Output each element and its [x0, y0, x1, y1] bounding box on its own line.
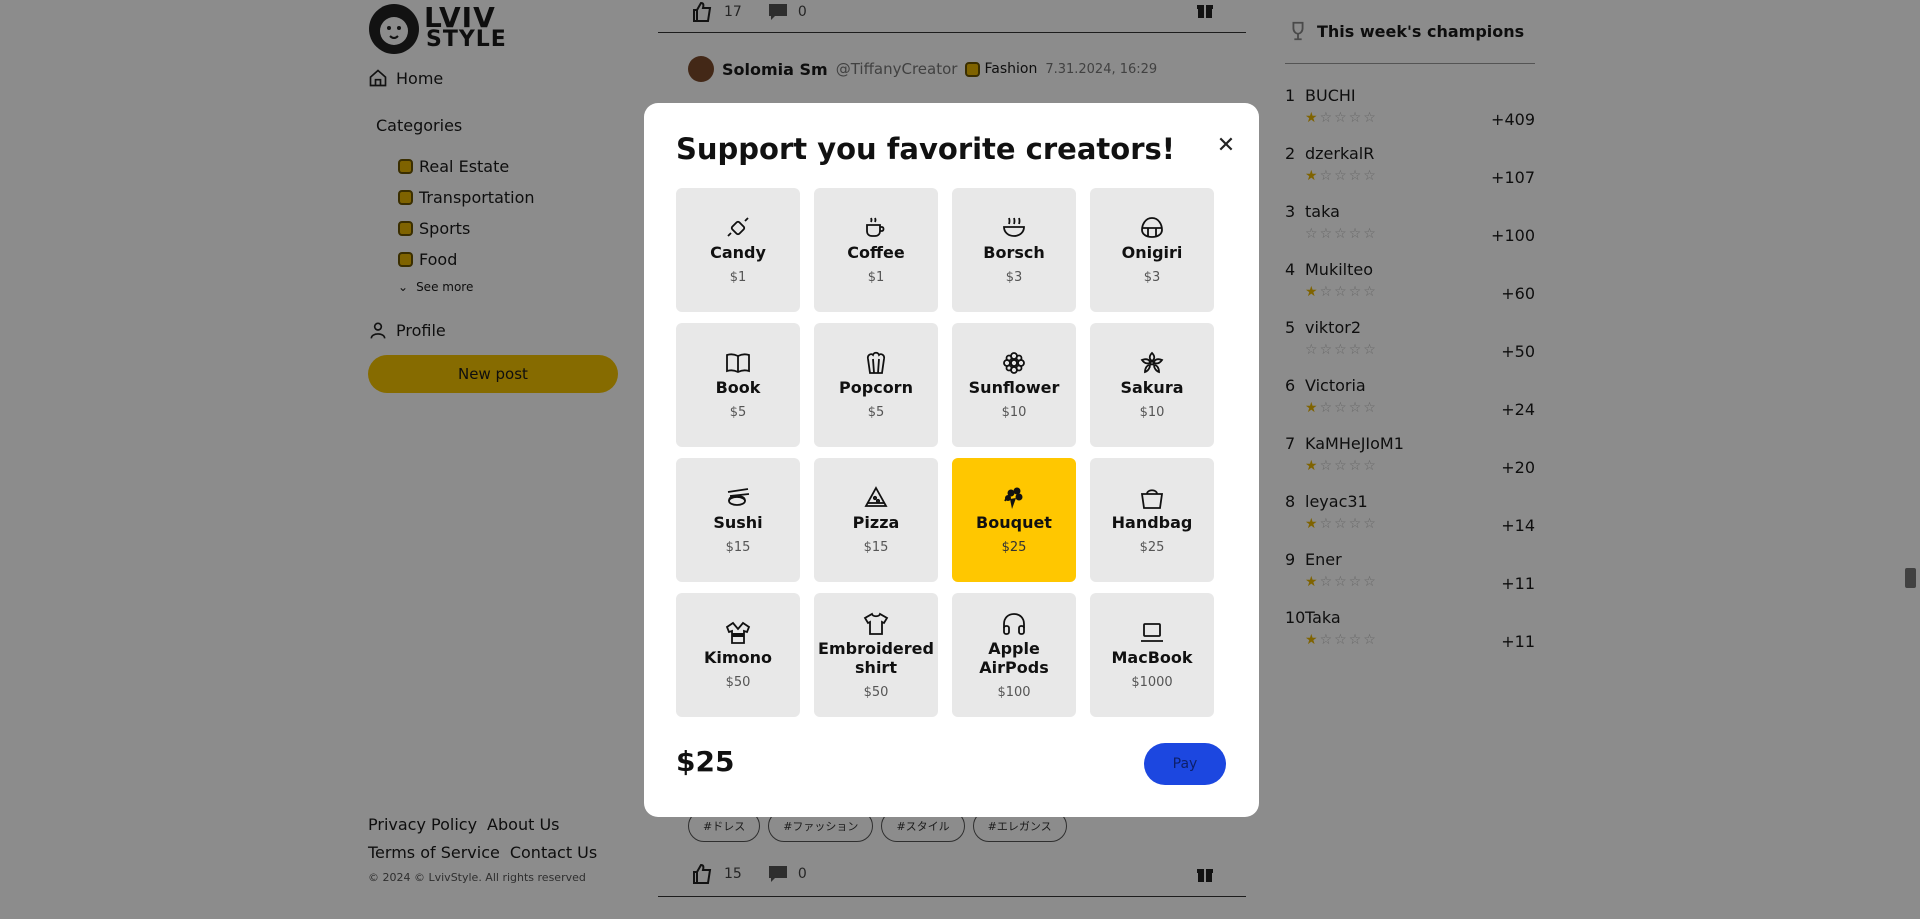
gift-price: $50 — [725, 675, 751, 690]
gift-price: $1 — [867, 270, 885, 285]
gift-price: $25 — [1001, 540, 1027, 555]
gift-price: $5 — [729, 405, 747, 420]
gift-name: Onigiri — [1121, 243, 1183, 262]
sunflower-icon — [1003, 352, 1025, 374]
gift-price: $25 — [1139, 540, 1165, 555]
gift-option[interactable]: Candy $1 — [676, 188, 800, 312]
book-icon — [726, 353, 750, 374]
gift-name: Handbag — [1111, 513, 1193, 532]
gift-price: $100 — [997, 684, 1031, 700]
gift-name: MacBook — [1111, 648, 1193, 667]
gift-price: $3 — [1005, 270, 1023, 285]
gift-option[interactable]: Apple AirPods $100 — [952, 593, 1076, 717]
gift-option[interactable]: Onigiri $3 — [1090, 188, 1214, 312]
pay-button[interactable]: Pay — [1144, 743, 1226, 785]
gift-option[interactable]: Sushi $15 — [676, 458, 800, 582]
gift-price: $1 — [729, 270, 747, 285]
headphones-icon — [1003, 612, 1025, 635]
coffee-icon — [866, 217, 885, 237]
gift-price: $15 — [863, 540, 889, 555]
gift-price: $10 — [1001, 405, 1027, 420]
gift-price: $1000 — [1131, 675, 1173, 690]
gift-grid: Candy $1 Coffee $1 Borsch $3 Onigiri $3 Book $5 Po… — [676, 188, 1214, 717]
handbag-icon — [1140, 489, 1164, 509]
gift-name: Sushi — [713, 513, 763, 532]
gift-option[interactable]: Coffee $1 — [814, 188, 938, 312]
gift-option[interactable]: Handbag $25 — [1090, 458, 1214, 582]
gift-option[interactable]: Bouquet $25 — [952, 458, 1076, 582]
gift-option[interactable]: Borsch $3 — [952, 188, 1076, 312]
modal-title: Support you favorite creators! — [676, 132, 1175, 166]
support-modal: Support you favorite creators! ✕ Candy $1… — [644, 103, 1259, 817]
gift-price: $10 — [1139, 405, 1165, 420]
gift-option[interactable]: Kimono $50 — [676, 593, 800, 717]
soup-bowl-icon — [1003, 217, 1025, 237]
gift-option[interactable]: Sakura $10 — [1090, 323, 1214, 447]
candy-icon — [727, 217, 749, 237]
sakura-icon — [1140, 351, 1164, 374]
gift-name: Coffee — [847, 243, 905, 262]
gift-option[interactable]: Pizza $15 — [814, 458, 938, 582]
gift-name: Pizza — [852, 513, 900, 532]
gift-name: Sakura — [1120, 378, 1184, 397]
gift-name: Kimono — [704, 648, 772, 667]
close-button[interactable]: ✕ — [1214, 133, 1238, 158]
gift-option[interactable]: MacBook $1000 — [1090, 593, 1214, 717]
gift-option[interactable]: Book $5 — [676, 323, 800, 447]
gift-price: $3 — [1143, 270, 1161, 285]
shirt-icon — [863, 612, 889, 635]
pizza-icon — [864, 486, 888, 507]
onigiri-icon — [1141, 217, 1163, 238]
gift-price: $15 — [725, 540, 751, 555]
gift-option[interactable]: Popcorn $5 — [814, 323, 938, 447]
gift-name: Book — [715, 378, 761, 397]
gift-name: Candy — [710, 243, 766, 262]
laptop-icon — [1141, 623, 1163, 642]
gift-option[interactable]: Embroidered shirt $50 — [814, 593, 938, 717]
gift-name: Popcorn — [839, 378, 913, 397]
gift-name: Embroidered shirt — [818, 638, 934, 677]
gift-option[interactable]: Sunflower $10 — [952, 323, 1076, 447]
gift-name: Sunflower — [968, 378, 1060, 397]
gift-name: Apple AirPods — [979, 638, 1049, 677]
total-amount: $25 — [676, 745, 735, 778]
sushi-icon — [727, 488, 750, 506]
gift-name: Bouquet — [976, 513, 1052, 532]
gift-name: Borsch — [983, 243, 1045, 262]
kimono-icon — [725, 621, 751, 644]
gift-price: $50 — [863, 684, 889, 700]
close-icon: ✕ — [1216, 133, 1236, 158]
gift-price: $5 — [867, 405, 885, 420]
popcorn-icon — [866, 351, 886, 374]
bouquet-icon — [1004, 487, 1023, 509]
